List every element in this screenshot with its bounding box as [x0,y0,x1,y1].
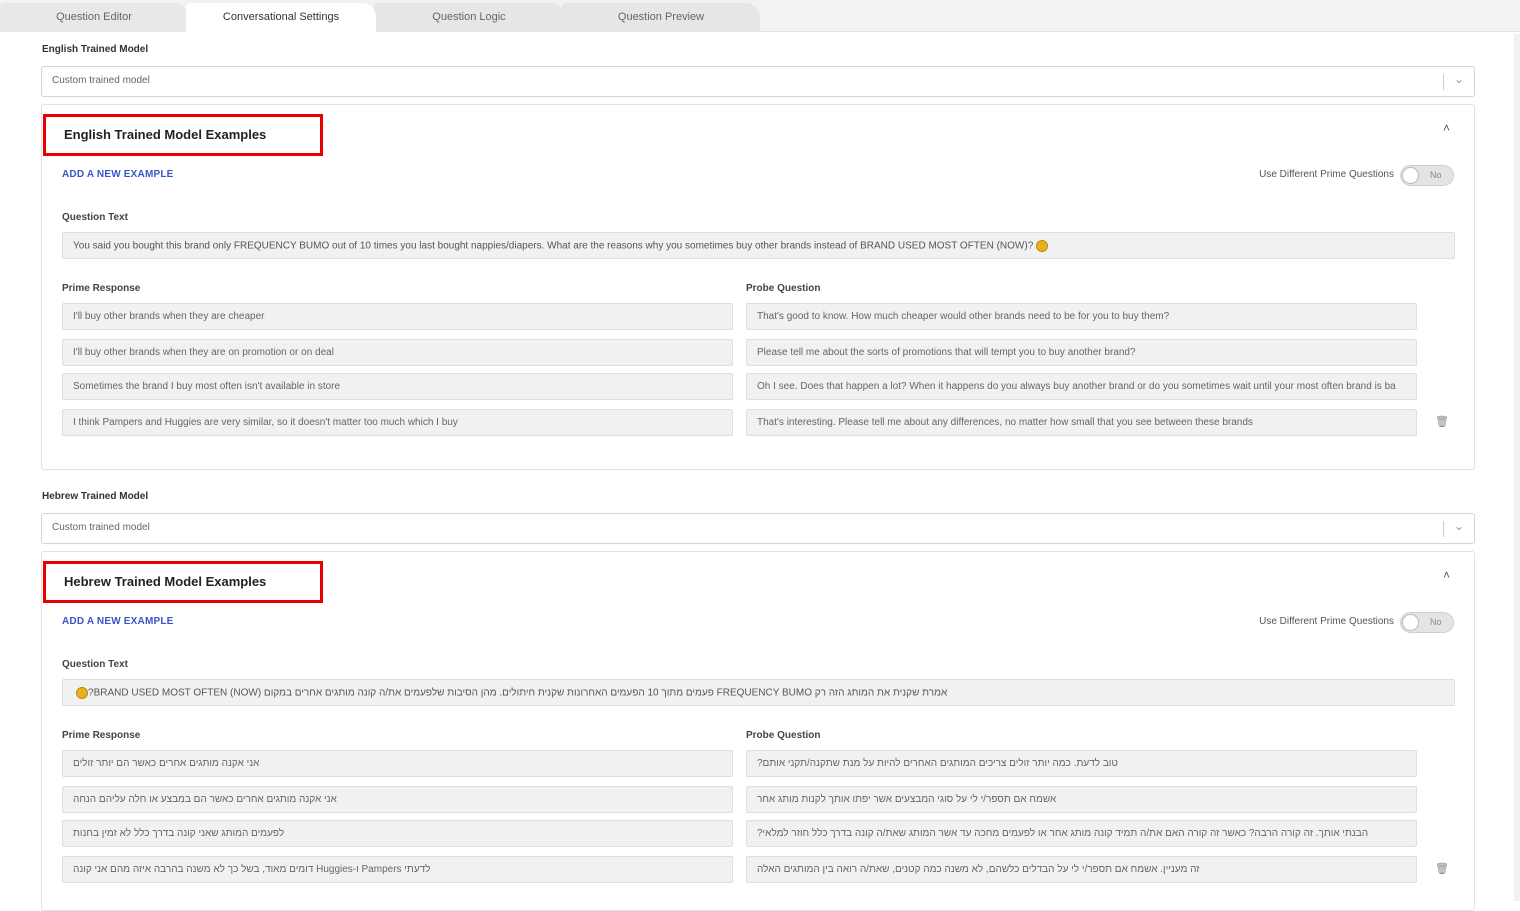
probe-question-input[interactable]: הבנתי אותך. זה קורה הרבה? כאשר זה קורה ה… [746,820,1417,847]
hebrew-title-highlight: Hebrew Trained Model Examples [43,561,323,603]
prime-response-input[interactable]: Sometimes the brand I buy most often isn… [62,373,733,400]
prime-response-input[interactable]: I'll buy other brands when they are chea… [62,303,733,330]
prime-questions-toggle[interactable]: No [1400,612,1454,633]
toggle-knob [1402,167,1419,184]
question-text-value: אמרת שקנית את המותג הזה רק FREQUENCY BUM… [88,687,948,699]
probe-question-input[interactable]: טוב לדעת. כמה יותר זולים צריכים המותגים … [746,750,1417,777]
prime-response-input[interactable]: אני אקנה מותגים אחרים כאשר הם במבצע או ח… [62,786,733,813]
trash-icon[interactable]: 🗑 [1435,415,1449,428]
hebrew-card-title: Hebrew Trained Model Examples [64,574,267,589]
english-card-title: English Trained Model Examples [64,127,267,142]
tab-conversational-settings[interactable]: Conversational Settings [186,3,376,33]
add-new-example-button[interactable]: ADD A NEW EXAMPLE [62,169,174,180]
select-separator [1443,521,1444,537]
toggle-state: No [1430,170,1442,180]
probe-question-input[interactable]: אשמח אם תספר/י לי על סוגי המבצעים אשר יפ… [746,786,1417,813]
tab-bar: Question Editor Question Logic Question … [0,0,1520,33]
question-text-value: You said you bought this brand only FREQ… [73,240,1034,252]
probe-question-input[interactable]: That's interesting. Please tell me about… [746,409,1417,436]
probe-question-label: Probe Question [746,730,821,741]
add-new-example-button[interactable]: ADD A NEW EXAMPLE [62,616,174,627]
prime-response-input[interactable]: I'll buy other brands when they are on p… [62,339,733,366]
prime-response-input[interactable]: I think Pampers and Huggies are very sim… [62,409,733,436]
english-model-value: Custom trained model [52,75,150,86]
hebrew-examples-card: Hebrew Trained Model Examples ˄ ADD A NE… [41,551,1475,911]
select-separator [1443,74,1444,90]
probe-question-input[interactable]: That's good to know. How much cheaper wo… [746,303,1417,330]
question-text-label: Question Text [62,212,128,223]
prime-questions-toggle-label: Use Different Prime Questions [1259,169,1394,180]
emoji-icon[interactable] [76,687,88,699]
probe-question-input[interactable]: זה מעניין. אשמח אם תספר/י לי על הבדלים כ… [746,856,1417,883]
toggle-state: No [1430,617,1442,627]
prime-response-label: Prime Response [62,730,141,741]
chevron-down-icon[interactable]: ⌄ [1454,72,1464,86]
scroll-track[interactable] [1514,34,1520,901]
chevron-up-icon[interactable]: ˄ [1443,568,1450,582]
question-text-label: Question Text [62,659,128,670]
english-model-label: English Trained Model [42,44,149,55]
english-examples-card: English Trained Model Examples ˄ ADD A N… [41,104,1475,470]
tab-question-logic[interactable]: Question Logic [374,3,564,32]
probe-question-label: Probe Question [746,283,821,294]
tab-question-editor[interactable]: Question Editor [0,3,188,32]
hebrew-model-label: Hebrew Trained Model [42,491,149,502]
hebrew-model-value: Custom trained model [52,522,150,533]
emoji-icon[interactable] [1036,240,1049,252]
english-title-highlight: English Trained Model Examples [43,114,323,156]
prime-response-label: Prime Response [62,283,141,294]
chevron-down-icon[interactable]: ⌄ [1454,519,1464,533]
prime-questions-toggle-label: Use Different Prime Questions [1259,616,1394,627]
toggle-knob [1402,614,1419,631]
english-model-select[interactable]: Custom trained model ⌄ [41,66,1475,97]
trash-icon[interactable]: 🗑 [1435,862,1449,875]
chevron-up-icon[interactable]: ˄ [1443,121,1450,135]
tab-question-preview[interactable]: Question Preview [562,3,760,32]
prime-response-input[interactable]: אני אקנה מותגים אחרים כאשר הם יותר זולים [62,750,733,777]
probe-question-input[interactable]: Oh I see. Does that happen a lot? When i… [746,373,1417,400]
prime-response-input[interactable]: לפעמים המותג שאני קונה בדרך כלל לא זמין … [62,820,733,847]
question-text-field[interactable]: אמרת שקנית את המותג הזה רק FREQUENCY BUM… [62,679,1455,706]
hebrew-model-select[interactable]: Custom trained model ⌄ [41,513,1475,544]
question-text-field[interactable]: You said you bought this brand only FREQ… [62,232,1455,259]
probe-question-input[interactable]: Please tell me about the sorts of promot… [746,339,1417,366]
prime-questions-toggle[interactable]: No [1400,165,1454,186]
prime-response-input[interactable]: לדעתי Pampers ו-Huggies דומים מאוד, בשל … [62,856,733,883]
